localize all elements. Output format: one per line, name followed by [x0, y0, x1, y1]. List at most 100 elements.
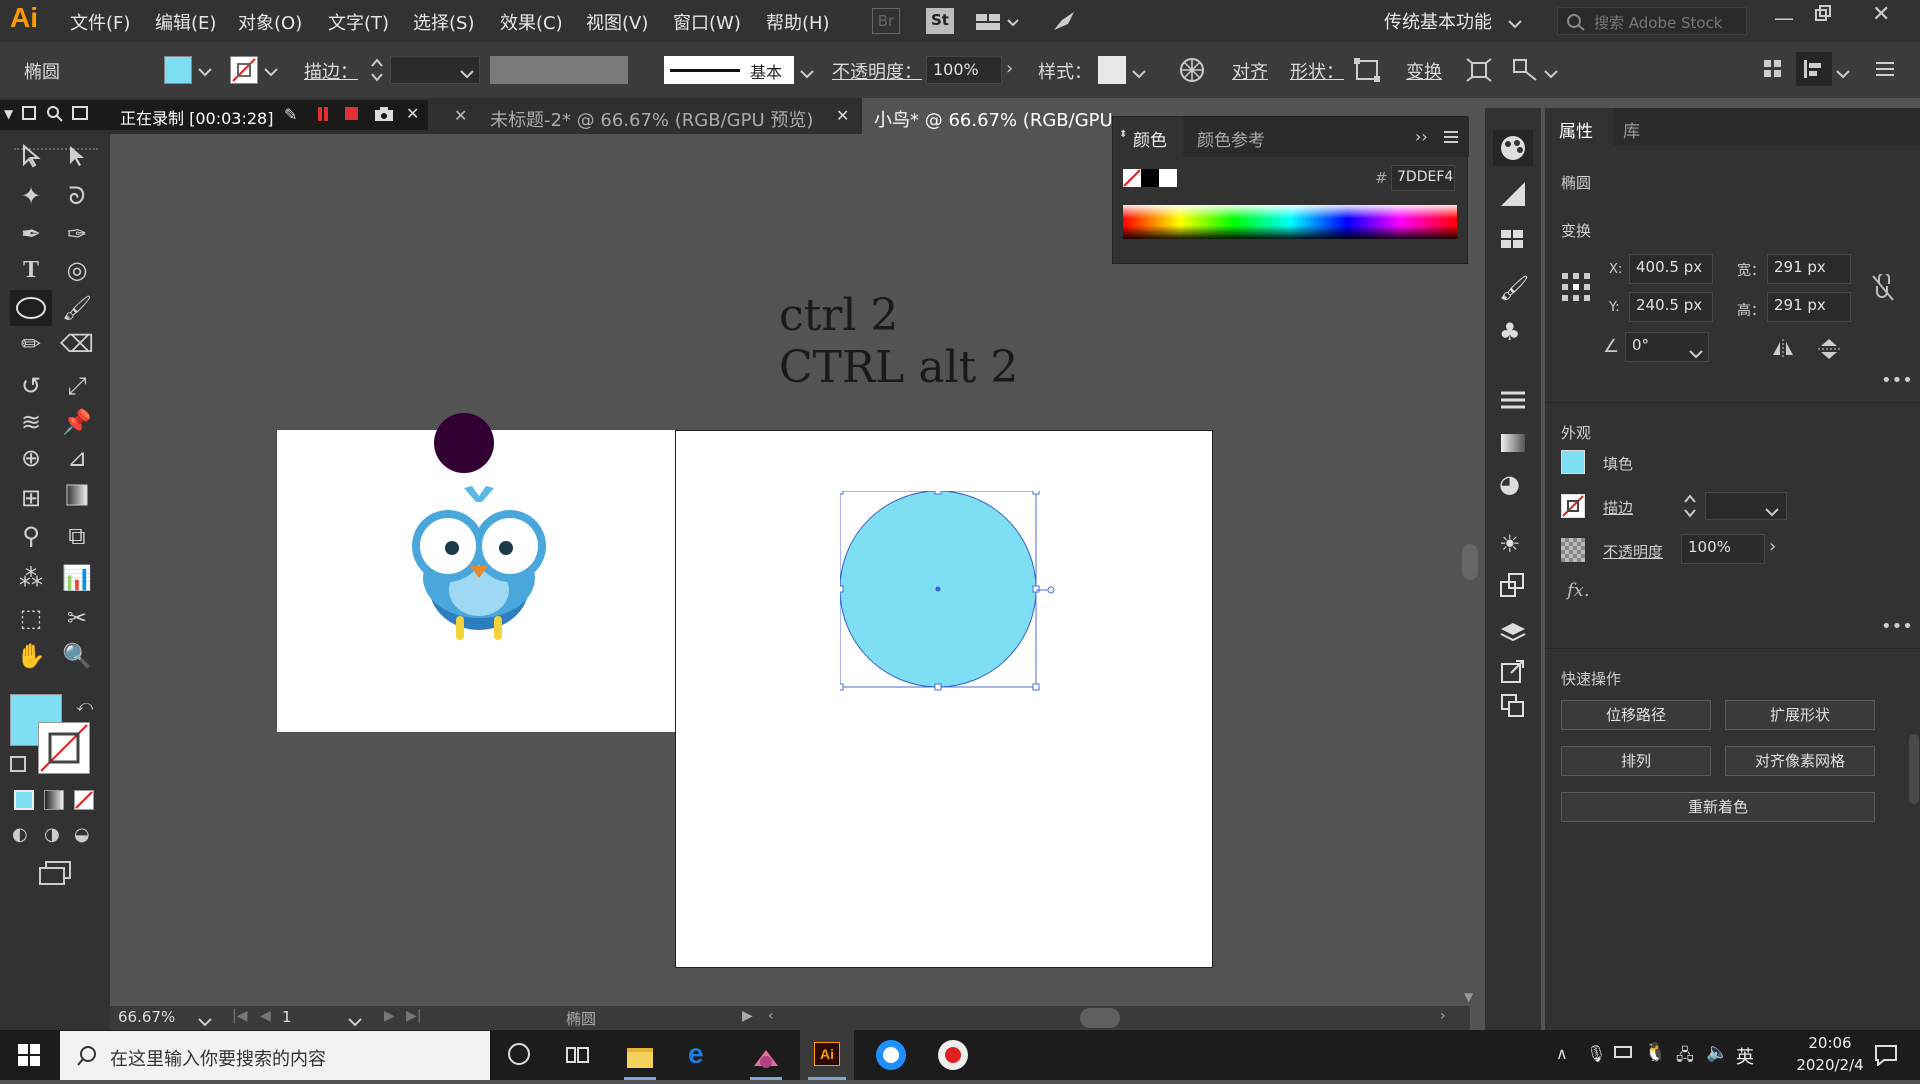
tab-library[interactable]: 库: [1623, 117, 1640, 142]
shape-bounds-icon[interactable]: [1354, 58, 1380, 86]
expand-shape-button[interactable]: 扩展形状: [1725, 700, 1875, 730]
fx-icon[interactable]: fx.: [1567, 580, 1590, 601]
network-icon[interactable]: 🖧: [1676, 1044, 1694, 1071]
restore-icon[interactable]: [1814, 4, 1834, 28]
symbols-icon[interactable]: ♣: [1499, 318, 1521, 346]
reference-point-icon[interactable]: [1561, 272, 1591, 306]
tab-properties[interactable]: 属性: [1545, 108, 1613, 146]
opacity-input[interactable]: 100%: [1681, 534, 1765, 564]
stroke-swatch[interactable]: [230, 56, 258, 84]
width-input[interactable]: 291 px: [1767, 254, 1851, 284]
chevron-right-icon[interactable]: ›: [1006, 58, 1013, 79]
rotate-tool-icon[interactable]: ↺: [14, 370, 48, 402]
zoom-icon[interactable]: [46, 105, 64, 127]
bridge-button[interactable]: Br: [872, 8, 900, 34]
battery-icon[interactable]: [1614, 1046, 1632, 1058]
chevron-down-icon[interactable]: [1132, 64, 1146, 83]
tab-untitled-2[interactable]: 未标题-2* @ 66.67% (RGB/GPU 预览): [490, 106, 813, 132]
swap-colors-icon[interactable]: ⤺: [76, 696, 93, 716]
gradient-panel-icon[interactable]: [1499, 432, 1527, 458]
chevron-down-icon[interactable]: [198, 1012, 212, 1031]
stock-search-input[interactable]: 搜索 Adobe Stock: [1557, 7, 1747, 35]
hand-tool-icon[interactable]: ✋: [14, 640, 48, 672]
appearance-icon[interactable]: ☀: [1499, 530, 1521, 558]
style-swatch[interactable]: [1098, 56, 1126, 84]
selected-ellipse[interactable]: [840, 491, 1040, 691]
chevron-down-icon[interactable]: [264, 62, 278, 81]
screen-mode-icon[interactable]: [38, 860, 72, 890]
isolate-icon[interactable]: [1512, 58, 1538, 86]
y-input[interactable]: 240.5 px: [1629, 292, 1713, 322]
media-app-icon[interactable]: [740, 1040, 792, 1080]
windows-start-icon[interactable]: [18, 1044, 40, 1070]
mesh-tool-icon[interactable]: ⊞: [14, 482, 48, 514]
chevron-right-icon[interactable]: ›: [1769, 536, 1776, 557]
workspace-switcher[interactable]: 传统基本功能: [1384, 8, 1492, 34]
slice-tool-icon[interactable]: ✂: [60, 602, 94, 634]
stroke-color-box[interactable]: [38, 722, 90, 774]
notification-icon[interactable]: [1874, 1044, 1898, 1070]
blend-tool-icon[interactable]: ⧉: [60, 520, 94, 552]
align-pixel-grid-button[interactable]: 对齐像素网格: [1725, 746, 1875, 776]
black-swatch[interactable]: [1141, 169, 1159, 187]
stroke-label[interactable]: 描边：: [304, 58, 358, 84]
scale-tool-icon[interactable]: ⤢: [60, 370, 94, 402]
tab-bird-active[interactable]: 小鸟* @ 66.67% (RGB/GPU: [862, 98, 1113, 134]
pen-icon[interactable]: ✎: [284, 105, 297, 124]
type-tool-icon[interactable]: T: [14, 254, 48, 286]
tab-color[interactable]: ⬍ 颜色: [1113, 117, 1183, 157]
arrange-button[interactable]: 排列: [1561, 746, 1711, 776]
align-options-icon[interactable]: [1796, 52, 1832, 86]
height-input[interactable]: 291 px: [1767, 292, 1851, 322]
status-menu-icon[interactable]: ▶: [742, 1008, 753, 1024]
stroke-label[interactable]: 描边: [1603, 497, 1633, 518]
transform-each-icon[interactable]: [1466, 58, 1492, 86]
browser-icon[interactable]: [876, 1040, 906, 1070]
export-icon[interactable]: [1499, 658, 1527, 688]
microphone-icon[interactable]: 🎙: [1586, 1044, 1606, 1063]
panel-scrollbar[interactable]: [1909, 734, 1919, 804]
tab-close-icon[interactable]: ✕: [454, 106, 467, 125]
appearance-stroke-swatch[interactable]: [1561, 494, 1585, 518]
none-swatch[interactable]: [1123, 169, 1141, 187]
artboards-panel-icon[interactable]: [1499, 692, 1527, 724]
align-label[interactable]: 对齐: [1232, 58, 1268, 84]
menu-view[interactable]: 视图(V): [586, 9, 648, 35]
artboard-number[interactable]: 1: [282, 1008, 338, 1028]
spiral-tool-icon[interactable]: ◎: [60, 254, 94, 286]
clock-date[interactable]: 2020/2/4: [1780, 1056, 1880, 1074]
symbol-sprayer-tool-icon[interactable]: ⁂: [14, 562, 48, 594]
stroke-weight-stepper[interactable]: [370, 56, 384, 88]
color-guide-icon[interactable]: [1499, 180, 1527, 212]
pen-tool-icon[interactable]: ✒: [14, 218, 48, 250]
recorder-app-icon[interactable]: [938, 1040, 968, 1070]
brushes-icon[interactable]: 🖌: [1499, 274, 1529, 302]
menu-object[interactable]: 对象(O): [238, 9, 302, 35]
camera-icon[interactable]: [374, 106, 394, 126]
default-colors-icon[interactable]: [10, 756, 26, 772]
qq-icon[interactable]: 🐧: [1644, 1042, 1666, 1063]
live-corner-widget[interactable]: [1036, 584, 1058, 596]
fill-swatch[interactable]: [164, 56, 192, 84]
graph-tool-icon[interactable]: 📊: [60, 562, 94, 594]
scroll-down-icon[interactable]: ▼: [1464, 990, 1473, 1004]
recorder-close-icon[interactable]: ✕: [406, 104, 419, 123]
white-swatch[interactable]: [1159, 169, 1177, 187]
transform-label[interactable]: 变换: [1406, 58, 1442, 84]
recorder-window-icon[interactable]: [22, 106, 36, 120]
illustrator-taskbar-icon[interactable]: Ai: [800, 1030, 854, 1080]
menu-help[interactable]: 帮助(H): [766, 9, 830, 35]
magic-wand-tool-icon[interactable]: ✦: [14, 180, 48, 212]
canvas[interactable]: ctrl 2 CTRL alt 2 ⬍ 颜色 颜色参考 ›› # 7DDEF4 …: [110, 116, 1478, 1006]
scroll-right-icon[interactable]: ›: [1440, 1008, 1446, 1024]
paintbrush-tool-icon[interactable]: 🖌: [60, 292, 94, 324]
zoom-tool-icon[interactable]: 🔍: [60, 640, 94, 672]
tray-expand-icon[interactable]: ∧: [1556, 1044, 1568, 1063]
eraser-tool-icon[interactable]: ⌫: [60, 328, 94, 360]
first-artboard-icon[interactable]: |◀: [232, 1008, 247, 1024]
artboard-tool-icon[interactable]: ⬚: [14, 602, 48, 634]
stock-button[interactable]: St: [926, 8, 954, 34]
stop-icon[interactable]: [345, 107, 358, 120]
curvature-tool-icon[interactable]: ✑: [60, 218, 94, 250]
minimize-icon[interactable]: —: [1774, 6, 1794, 30]
